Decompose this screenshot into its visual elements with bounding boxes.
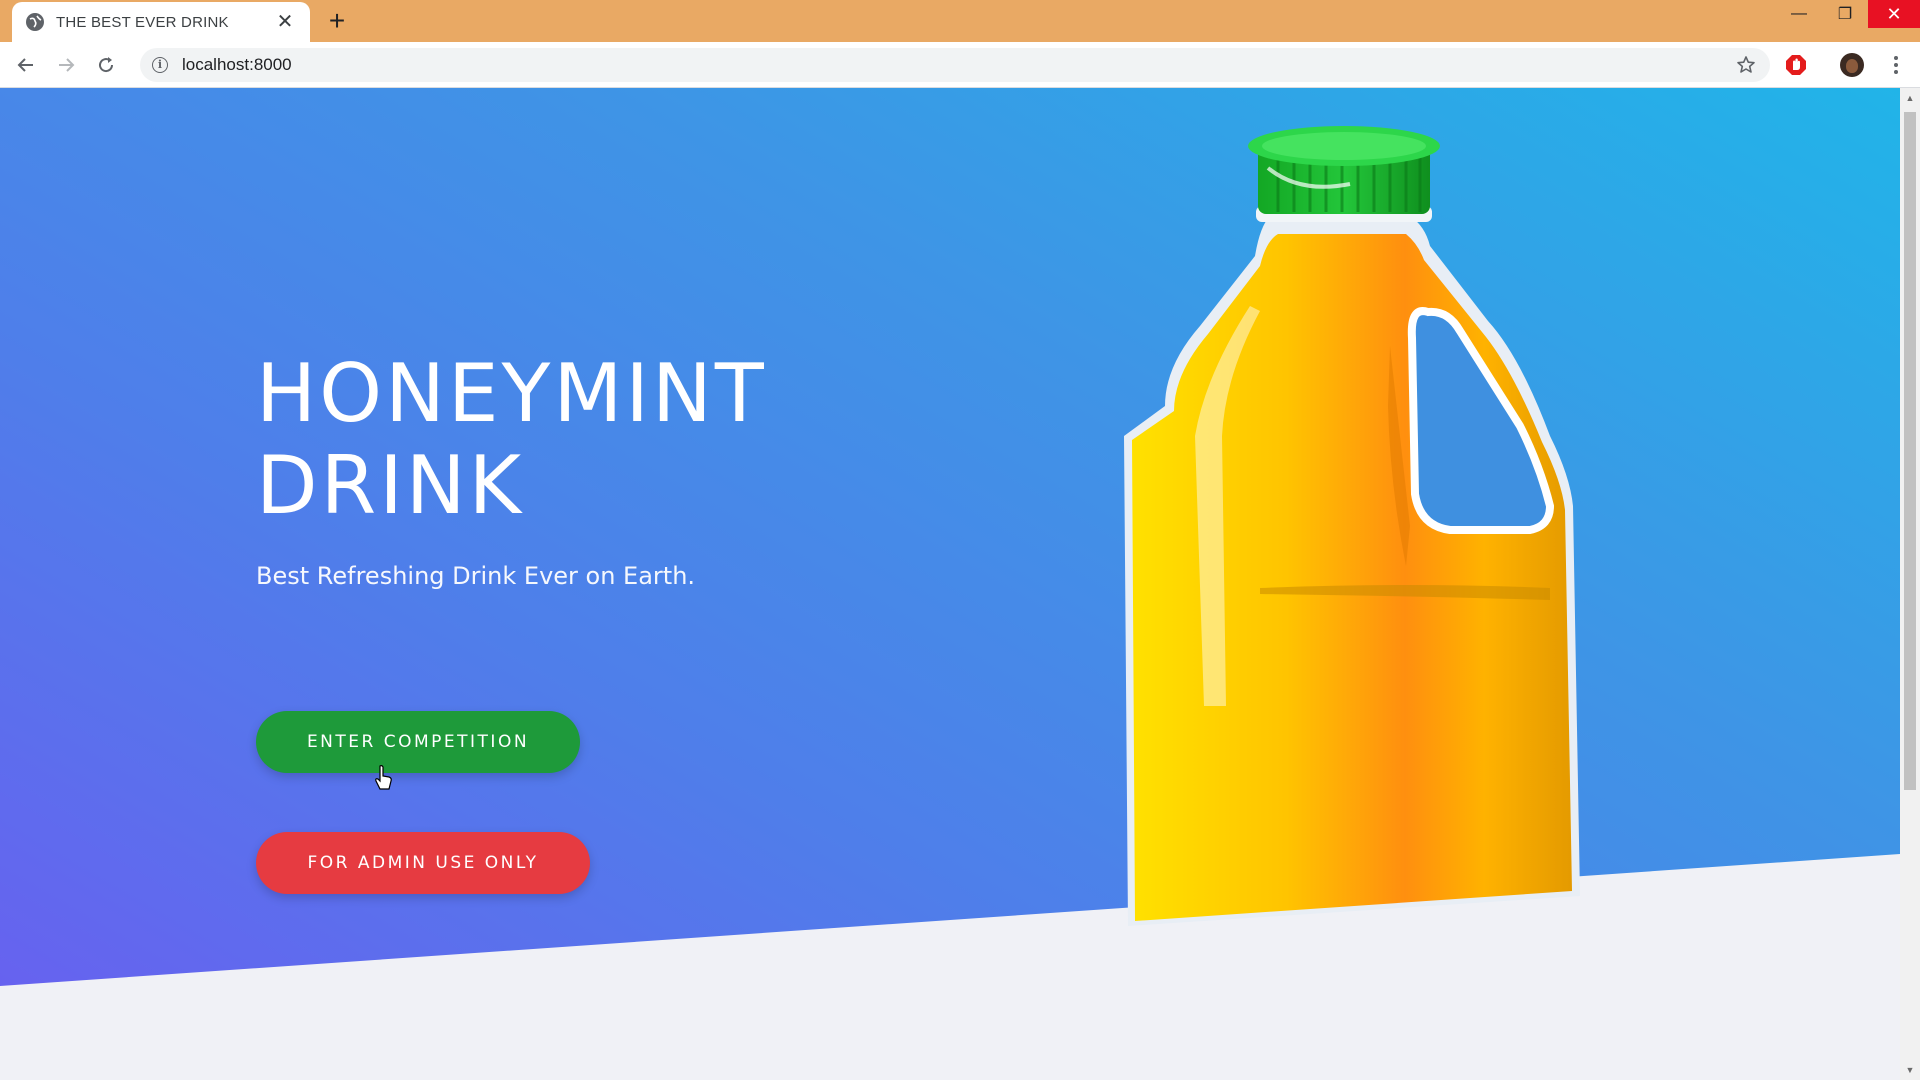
address-bar[interactable]: i localhost:8000 <box>140 48 1770 82</box>
globe-icon <box>26 13 44 31</box>
window-controls: — ❐ ✕ <box>1776 0 1920 28</box>
menu-icon[interactable] <box>1880 49 1912 81</box>
enter-competition-button[interactable]: ENTER COMPETITION <box>256 711 580 773</box>
adblock-icon[interactable] <box>1780 49 1812 81</box>
page-scrollbar[interactable]: ▲ ▼ <box>1900 88 1920 1080</box>
profile-avatar <box>1840 53 1864 77</box>
avatar[interactable] <box>1836 49 1868 81</box>
star-icon[interactable] <box>1730 48 1762 82</box>
browser-tab[interactable]: THE BEST EVER DRINK ✕ <box>12 2 310 42</box>
hero-title-line1: HONEYMINT <box>256 347 767 440</box>
close-icon[interactable]: ✕ <box>1868 0 1920 28</box>
hero-subtitle: Best Refreshing Drink Ever on Earth. <box>256 562 696 590</box>
reload-icon[interactable] <box>90 49 122 81</box>
new-tab-button[interactable]: + <box>322 6 352 36</box>
browser-titlebar: THE BEST EVER DRINK ✕ + — ❐ ✕ <box>0 0 1920 42</box>
url-text: localhost:8000 <box>182 55 292 74</box>
hero-title-line2: DRINK <box>256 439 525 532</box>
browser-toolbar: i localhost:8000 <box>0 42 1920 88</box>
info-icon[interactable]: i <box>152 57 168 73</box>
minimize-icon[interactable]: — <box>1776 0 1822 28</box>
page-viewport: HONEYMINT DRINK Best Refreshing Drink Ev… <box>0 88 1920 1080</box>
back-icon[interactable] <box>10 49 42 81</box>
maximize-icon[interactable]: ❐ <box>1822 0 1868 28</box>
tab-close-icon[interactable]: ✕ <box>274 11 296 33</box>
scroll-down-icon[interactable]: ▼ <box>1904 1064 1916 1076</box>
scroll-thumb[interactable] <box>1904 112 1916 790</box>
tab-title: THE BEST EVER DRINK <box>56 13 229 31</box>
admin-only-button[interactable]: FOR ADMIN USE ONLY <box>256 832 590 894</box>
juice-bottle-image <box>1124 126 1580 926</box>
hero-content: HONEYMINT DRINK Best Refreshing Drink Ev… <box>256 348 956 894</box>
scroll-up-icon[interactable]: ▲ <box>1904 92 1916 104</box>
hero-title: HONEYMINT DRINK <box>256 348 956 532</box>
mouse-cursor-icon <box>375 765 392 790</box>
forward-icon[interactable] <box>50 49 82 81</box>
